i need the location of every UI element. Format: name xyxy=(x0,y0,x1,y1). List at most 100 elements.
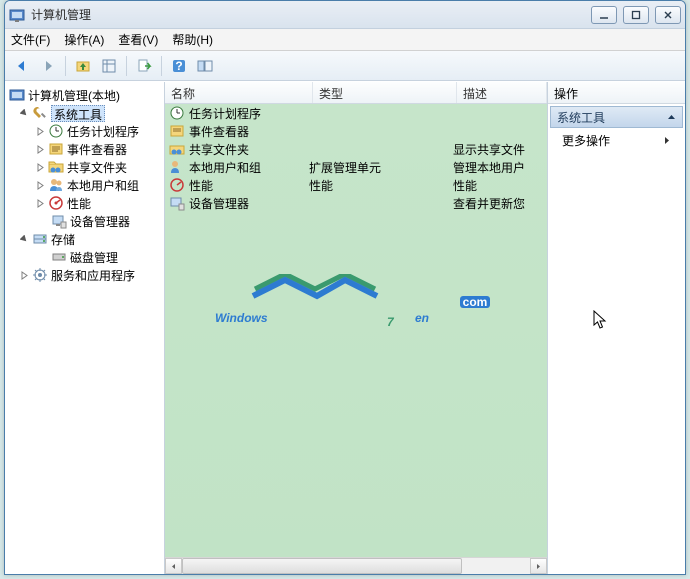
back-button[interactable] xyxy=(11,55,33,77)
minimize-button[interactable] xyxy=(591,6,617,24)
expand-icon[interactable] xyxy=(35,144,46,155)
help-button[interactable]: ? xyxy=(168,55,190,77)
horizontal-scrollbar[interactable] xyxy=(165,557,547,574)
col-name[interactable]: 名称 xyxy=(165,82,313,103)
item-name: 共享文件夹 xyxy=(189,141,249,158)
forward-button[interactable] xyxy=(37,55,59,77)
column-header: 名称 类型 描述 xyxy=(165,82,547,104)
item-name: 性能 xyxy=(189,177,213,194)
services-icon xyxy=(32,267,48,283)
expand-icon[interactable] xyxy=(35,198,46,209)
storage-icon xyxy=(32,231,48,247)
more-actions-item[interactable]: 更多操作 xyxy=(548,130,685,150)
col-type[interactable]: 类型 xyxy=(313,82,457,103)
tree-label: 系统工具 xyxy=(51,105,105,122)
tree-shared-folders[interactable]: 共享文件夹 xyxy=(5,158,164,176)
event-icon xyxy=(48,141,64,157)
menu-view[interactable]: 查看(V) xyxy=(118,31,158,48)
performance-icon xyxy=(169,177,185,193)
device-mgr-icon xyxy=(169,195,185,211)
tree-label: 设备管理器 xyxy=(70,213,130,230)
actions-panel: 操作 系统工具 更多操作 xyxy=(548,82,685,574)
expand-icon[interactable] xyxy=(35,162,46,173)
tree-event-viewer[interactable]: 事件查看器 xyxy=(5,140,164,158)
scroll-right-button[interactable] xyxy=(530,558,547,574)
users-icon xyxy=(48,177,64,193)
scroll-left-button[interactable] xyxy=(165,558,182,574)
tree-label: 计算机管理(本地) xyxy=(28,87,120,104)
shared-folder-icon xyxy=(169,141,185,157)
menu-action[interactable]: 操作(A) xyxy=(64,31,104,48)
properties-button[interactable] xyxy=(98,55,120,77)
event-icon xyxy=(169,123,185,139)
clock-icon xyxy=(48,123,64,139)
toolbar-separator xyxy=(126,56,127,76)
scroll-thumb[interactable] xyxy=(182,558,462,574)
list-body[interactable]: 任务计划程序 事件查看器 共享文件夹 显示共享文件 本地用户和组 扩展管理单元 xyxy=(165,104,547,557)
tree-device-manager[interactable]: 设备管理器 xyxy=(5,212,164,230)
show-hide-button[interactable] xyxy=(194,55,216,77)
tree-disk-management[interactable]: 磁盘管理 xyxy=(5,248,164,266)
list-panel: 名称 类型 描述 任务计划程序 事件查看器 共享文件夹 显示 xyxy=(165,82,548,574)
item-type: 性能 xyxy=(309,177,453,194)
expand-icon[interactable] xyxy=(19,270,30,281)
computer-mgmt-icon xyxy=(9,87,25,103)
menu-help[interactable]: 帮助(H) xyxy=(172,31,213,48)
tools-icon xyxy=(32,105,48,121)
svg-text:com: com xyxy=(463,295,488,309)
list-item[interactable]: 共享文件夹 显示共享文件 xyxy=(165,140,547,158)
up-button[interactable] xyxy=(72,55,94,77)
export-button[interactable] xyxy=(133,55,155,77)
expand-icon[interactable] xyxy=(35,180,46,191)
list-item[interactable]: 设备管理器 查看并更新您 xyxy=(165,194,547,212)
item-name: 设备管理器 xyxy=(189,195,249,212)
list-item[interactable]: 性能 性能 性能 xyxy=(165,176,547,194)
list-item[interactable]: 任务计划程序 xyxy=(165,104,547,122)
item-desc: 性能 xyxy=(453,177,547,194)
body: 计算机管理(本地) 系统工具 任务计划程序 事件查看器 共享文件夹 xyxy=(5,81,685,574)
tree-services-apps[interactable]: 服务和应用程序 xyxy=(5,266,164,284)
more-actions-label: 更多操作 xyxy=(562,132,610,149)
tree-label: 服务和应用程序 xyxy=(51,267,135,284)
item-desc: 显示共享文件 xyxy=(453,141,547,158)
item-type: 扩展管理单元 xyxy=(309,159,453,176)
item-desc: 管理本地用户 xyxy=(453,159,547,176)
list-item[interactable]: 事件查看器 xyxy=(165,122,547,140)
svg-text:?: ? xyxy=(175,59,182,73)
tree-label: 事件查看器 xyxy=(67,141,127,158)
tree-local-users[interactable]: 本地用户和组 xyxy=(5,176,164,194)
actions-group-bar[interactable]: 系统工具 xyxy=(550,106,683,128)
tree-label: 存储 xyxy=(51,231,75,248)
list-item[interactable]: 本地用户和组 扩展管理单元 管理本地用户 xyxy=(165,158,547,176)
titlebar[interactable]: 计算机管理 xyxy=(5,1,685,29)
watermark-logo: Windows 7 en com xyxy=(215,274,495,334)
tree-label: 性能 xyxy=(67,195,91,212)
maximize-button[interactable] xyxy=(623,6,649,24)
tree-panel[interactable]: 计算机管理(本地) 系统工具 任务计划程序 事件查看器 共享文件夹 xyxy=(5,82,165,574)
col-desc[interactable]: 描述 xyxy=(457,82,547,103)
expand-icon[interactable] xyxy=(35,126,46,137)
scroll-track[interactable] xyxy=(182,558,530,574)
tree-label: 磁盘管理 xyxy=(70,249,118,266)
item-name: 本地用户和组 xyxy=(189,159,261,176)
users-icon xyxy=(169,159,185,175)
disk-icon xyxy=(51,249,67,265)
item-name: 事件查看器 xyxy=(189,123,249,140)
tree-system-tools[interactable]: 系统工具 xyxy=(5,104,164,122)
tree-root[interactable]: 计算机管理(本地) xyxy=(5,86,164,104)
collapse-icon[interactable] xyxy=(19,234,30,245)
collapse-icon[interactable] xyxy=(19,108,30,119)
menu-file[interactable]: 文件(F) xyxy=(11,31,50,48)
close-button[interactable] xyxy=(655,6,681,24)
toolbar-separator xyxy=(65,56,66,76)
window-title: 计算机管理 xyxy=(31,6,591,23)
svg-text:7: 7 xyxy=(387,315,395,329)
shared-folder-icon xyxy=(48,159,64,175)
tree-task-scheduler[interactable]: 任务计划程序 xyxy=(5,122,164,140)
actions-header: 操作 xyxy=(548,82,685,104)
actions-group-label: 系统工具 xyxy=(557,109,605,126)
tree-performance[interactable]: 性能 xyxy=(5,194,164,212)
tree-storage[interactable]: 存储 xyxy=(5,230,164,248)
item-name: 任务计划程序 xyxy=(189,105,261,122)
device-mgr-icon xyxy=(51,213,67,229)
